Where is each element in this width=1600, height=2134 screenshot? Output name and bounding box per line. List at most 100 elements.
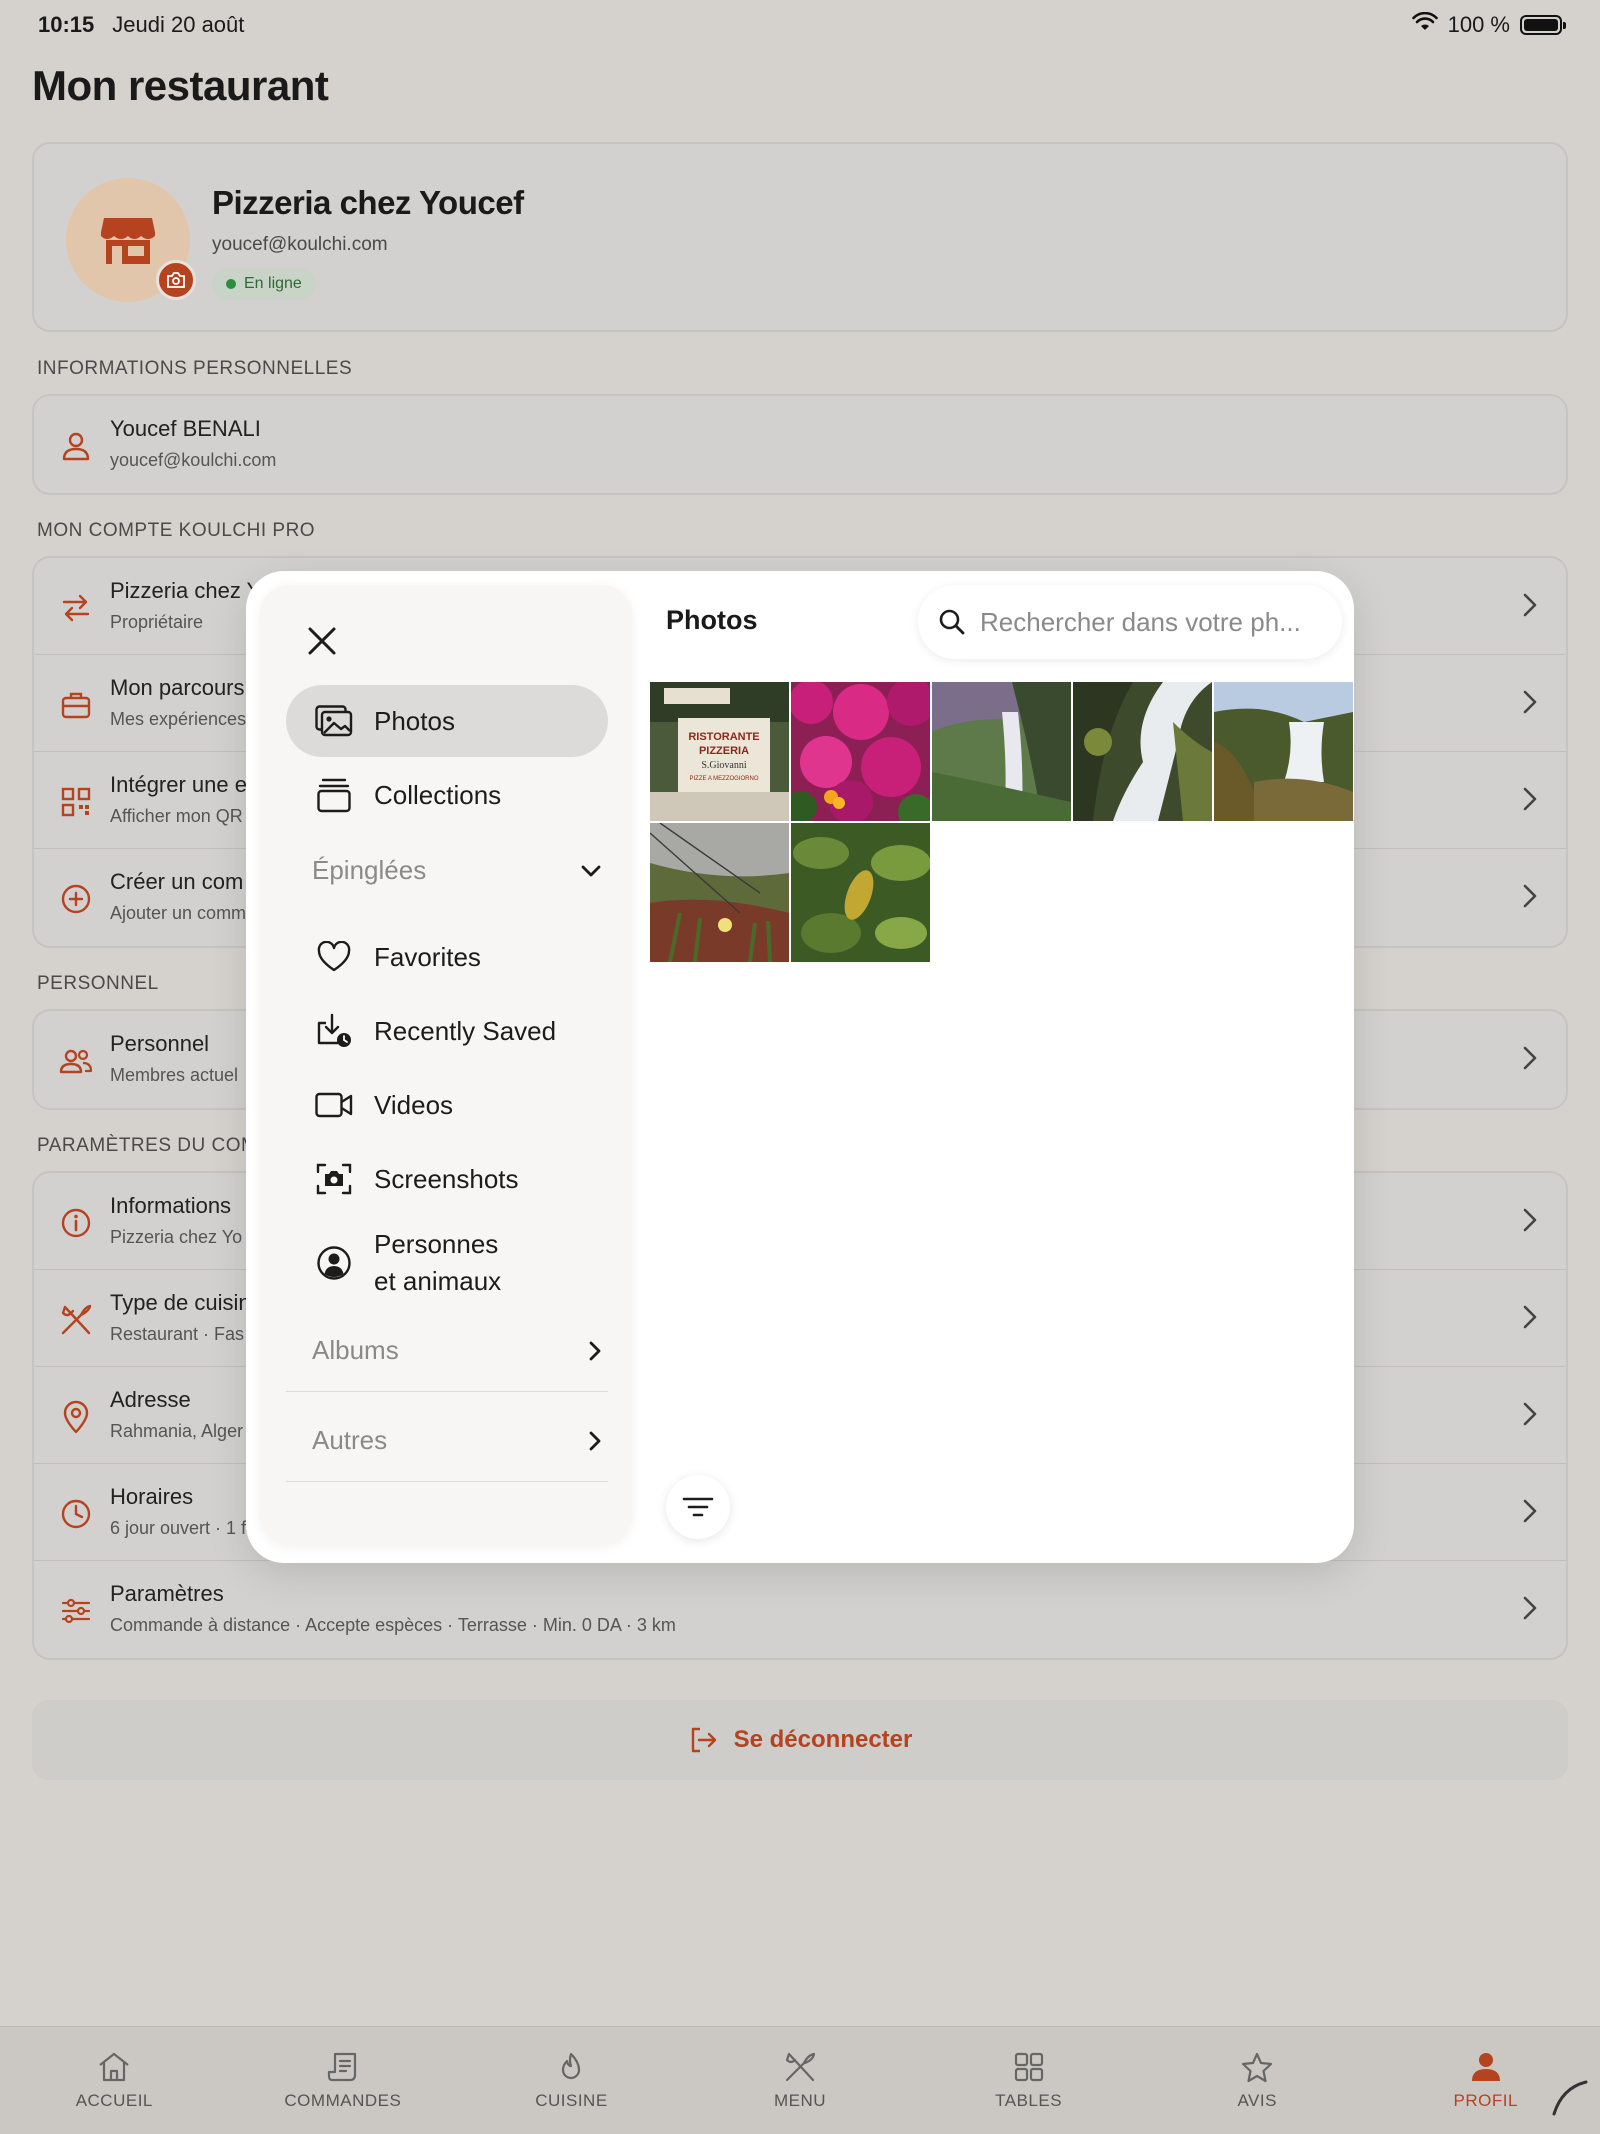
row-subtitle: Rahmania, Alger [110,1421,244,1441]
online-dot [226,279,236,289]
personal-info-row[interactable]: Youcef BENALI youcef@koulchi.com [34,396,1566,493]
chevron-right-icon [1522,786,1538,817]
chevron-right-icon [1522,1401,1538,1432]
chevron-right-icon [1522,592,1538,623]
others-header[interactable]: Autres [312,1425,602,1456]
photo-thumbnail[interactable]: RISTORANTE PIZZERIA S.Giovanni PIZZE A M… [650,682,789,821]
photo-thumbnail[interactable] [1214,682,1353,821]
divider [286,1391,608,1392]
sidebar-item-label: Personnes [374,1229,499,1259]
tab-cuisine[interactable]: CUISINE [457,2027,686,2134]
photo-thumbnail[interactable] [1073,682,1212,821]
row-title: Paramètres [110,1581,224,1606]
photo-thumbnail[interactable] [650,823,789,962]
home-icon [99,2052,129,2081]
sidebar-item-screenshots[interactable]: Screenshots [286,1143,608,1215]
close-button[interactable] [300,619,344,663]
tab-label: ACCUEIL [75,2090,153,2110]
photo-search-input[interactable]: Rechercher dans votre ph... [918,585,1342,659]
albums-header[interactable]: Albums [312,1335,602,1366]
tab-avis[interactable]: AVIS [1143,2027,1372,2134]
collections-icon [314,775,354,815]
filter-button[interactable] [666,1475,730,1539]
tab-bar: ACCUEIL COMMANDES CUISINE MENU TABLES AV… [0,2026,1600,2134]
filter-icon [682,1497,714,1517]
screenshot-icon [314,1159,354,1199]
status-badge: En ligne [212,268,316,300]
sidebar-item-label: Videos [374,1089,454,1120]
section-settings: PARAMÈTRES DU COM [37,1135,258,1156]
briefcase-icon [56,685,96,725]
tab-accueil[interactable]: ACCUEIL [0,2027,229,2134]
row-subtitle: Afficher mon QR [110,806,243,826]
row-title: Horaires [110,1484,194,1509]
tab-menu[interactable]: MENU [686,2027,915,2134]
photo-thumbnail[interactable] [791,682,930,821]
row-title: Type de cuisin [110,1290,251,1315]
pinned-label: Épinglées [312,855,427,885]
heart-icon [314,937,354,977]
row-subtitle: Restaurant · Fas [110,1324,245,1344]
row-subtitle: Propriétaire [110,612,204,632]
battery-icon [1520,15,1566,35]
logout-icon [691,1727,716,1753]
status-label: En ligne [244,275,302,292]
sidebar-item-label: Recently Saved [374,1015,557,1046]
picker-sidebar: Photos Collections Épinglées Favorites R… [260,585,632,1545]
divider [286,1481,608,1482]
sidebar-item-label: et animaux [374,1266,502,1296]
page-title: Mon restaurant [32,62,329,109]
chevron-right-icon [1522,1595,1538,1626]
photo-thumbnail[interactable] [932,682,1071,821]
row-subtitle: Membres actuel [110,1065,239,1085]
picker-title: Photos [666,605,758,635]
logout-button[interactable]: Se déconnecter [32,1700,1568,1780]
tab-label: TABLES [995,2090,1063,2110]
avatar[interactable] [66,178,196,302]
row-subtitle: Ajouter un comm [110,903,247,923]
chevron-down-icon [581,865,601,876]
chevron-right-icon [589,1431,601,1450]
qr-code-icon [56,782,96,822]
row-subtitle: youcef@koulchi.com [110,450,277,470]
battery-percent: 100 % [1447,12,1510,37]
sidebar-item-label: Favorites [374,941,481,972]
svg-text:PIZZE A MEZZOGIORNO: PIZZE A MEZZOGIORNO [689,776,758,782]
row-title: Adresse [110,1387,191,1412]
sidebar-item-people[interactable]: Personnes et animaux [286,1219,608,1307]
section-account: MON COMPTE KOULCHI PRO [37,520,316,541]
photos-icon [314,701,354,741]
personal-info-card: Youcef BENALI youcef@koulchi.com [32,394,1568,495]
tab-commandes[interactable]: COMMANDES [229,2027,458,2134]
map-pin-icon [56,1397,96,1437]
camera-badge[interactable] [156,260,196,300]
sidebar-item-photos[interactable]: Photos [286,685,608,757]
sidebar-item-label: Screenshots [374,1163,519,1194]
pinned-header[interactable]: Épinglées [312,855,602,886]
row-title: Personnel [110,1031,210,1056]
row-subtitle: Commande à distance · Accepte espèces · … [110,1615,676,1635]
sidebar-item-videos[interactable]: Videos [286,1069,608,1141]
profile-card: Pizzeria chez Youcef youcef@koulchi.com … [32,142,1568,332]
chevron-right-icon [1522,689,1538,720]
sidebar-item-label-wrap: Personnes et animaux [374,1226,501,1300]
sidebar-item-recently-saved[interactable]: Recently Saved [286,995,608,1067]
row-subtitle: 6 jour ouvert · 1 f [110,1518,247,1538]
star-icon [1242,2052,1273,2082]
sidebar-item-collections[interactable]: Collections [286,759,608,831]
plus-circle-icon [56,879,96,919]
camera-icon [167,272,185,288]
sliders-icon [56,1591,96,1631]
svg-text:PIZZERIA: PIZZERIA [699,745,749,757]
search-icon [939,609,965,635]
row-subtitle: Mes expériences [110,709,247,729]
row-title: Créer un com [110,869,244,894]
photo-thumbnail[interactable] [791,823,930,962]
tab-tables[interactable]: TABLES [914,2027,1143,2134]
tab-label: COMMANDES [284,2090,402,2110]
row-subtitle: Pizzeria chez Yo [110,1227,243,1247]
settings-row-parameters[interactable]: Paramètres Commande à distance · Accepte… [34,1561,1566,1658]
sidebar-item-favorites[interactable]: Favorites [286,921,608,993]
store-icon [101,218,155,264]
photo-picker-modal: Photos Collections Épinglées Favorites R… [246,571,1354,1563]
